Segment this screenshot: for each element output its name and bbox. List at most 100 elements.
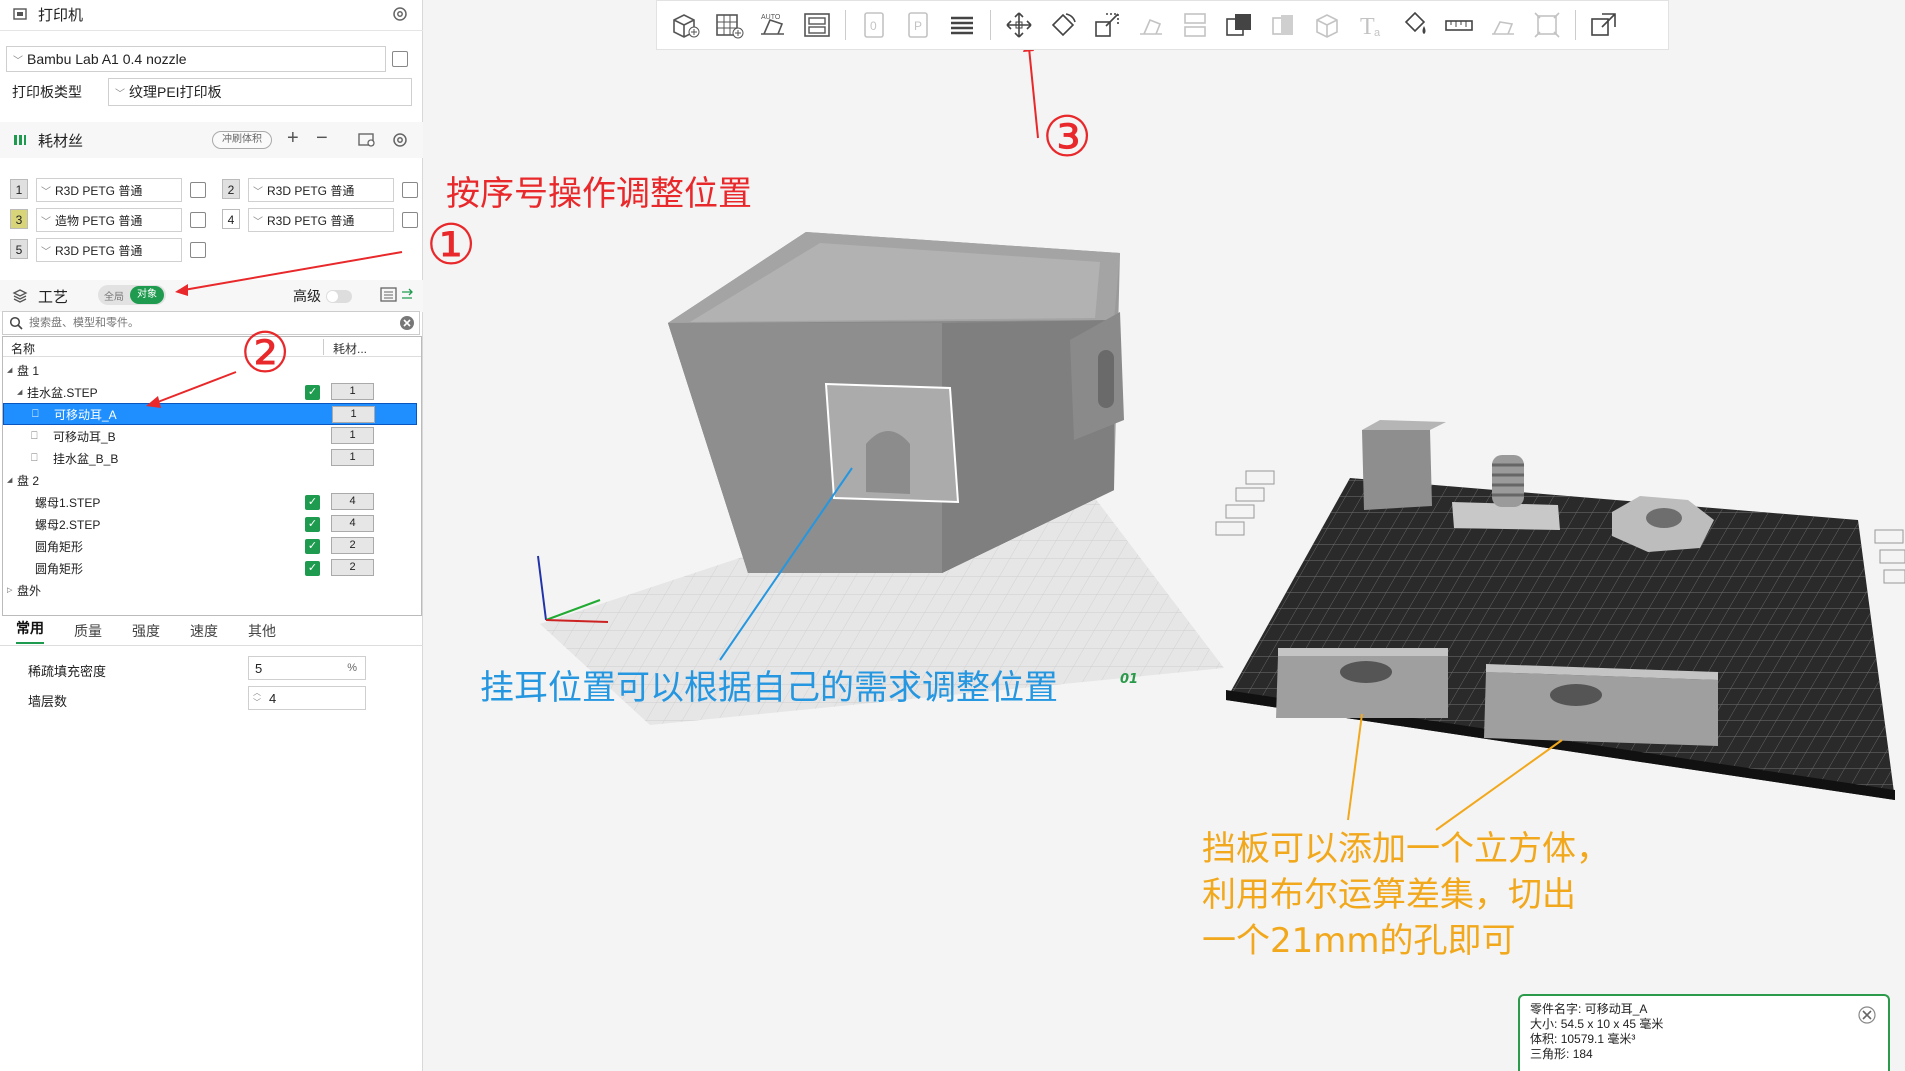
expand-icon[interactable]: ◢ bbox=[7, 476, 12, 484]
edit-printer-icon[interactable] bbox=[392, 51, 408, 67]
text-tool-icon[interactable]: Ta bbox=[1352, 6, 1390, 44]
tree-row[interactable]: ◢ 盘 1 bbox=[3, 359, 417, 381]
sync-icon[interactable] bbox=[358, 132, 376, 148]
tree-row[interactable]: 圆角矩形 ✓ 2 bbox=[3, 557, 417, 579]
tree-row[interactable]: ◢ 盘 2 bbox=[3, 469, 417, 491]
filament-select[interactable]: ﹀ R3D PETG 普通 bbox=[248, 208, 394, 232]
checkbox-checked-icon[interactable]: ✓ bbox=[305, 494, 320, 510]
seam-icon[interactable] bbox=[1484, 6, 1522, 44]
filament-select[interactable]: ﹀ R3D PETG 普通 bbox=[36, 178, 182, 202]
filament-slot-number[interactable]: 1 bbox=[10, 179, 28, 199]
stepper-icon[interactable]: ︿ ﹀ bbox=[253, 688, 261, 708]
checkbox-checked-icon[interactable]: ✓ bbox=[305, 560, 320, 576]
tree-row-label: 挂水盆.STEP bbox=[27, 385, 98, 400]
plate-settings-icon[interactable]: P bbox=[899, 6, 937, 44]
scale-icon[interactable] bbox=[1088, 6, 1126, 44]
toggle-object[interactable]: 对象 bbox=[130, 286, 164, 304]
small-cube[interactable] bbox=[1362, 430, 1432, 510]
edit-filament-icon[interactable] bbox=[190, 212, 206, 228]
edit-filament-icon[interactable] bbox=[402, 182, 418, 198]
col-name[interactable]: 名称 bbox=[11, 340, 35, 357]
paint-bucket-icon[interactable] bbox=[1396, 6, 1434, 44]
explode-icon[interactable] bbox=[1585, 6, 1623, 44]
close-icon[interactable] bbox=[1858, 1006, 1876, 1024]
settings-tabs: 常用 质量 强度 速度 其他 bbox=[0, 616, 423, 646]
add-filament-button[interactable]: + bbox=[287, 127, 299, 150]
orient-icon[interactable]: 0 bbox=[855, 6, 893, 44]
filament-select[interactable]: ﹀ R3D PETG 普通 bbox=[248, 178, 394, 202]
add-cube-icon[interactable] bbox=[666, 6, 704, 44]
filament-index[interactable]: 2 bbox=[331, 537, 374, 554]
tab-4[interactable]: 其他 bbox=[248, 621, 276, 641]
tree-row[interactable]: 圆角矩形 ✓ 2 bbox=[3, 535, 417, 557]
search-input[interactable] bbox=[29, 314, 389, 332]
wall-loops-input[interactable]: ︿ ﹀ 4 bbox=[248, 686, 366, 710]
tree-row[interactable]: ⎕ 可移动耳_B 1 bbox=[3, 425, 417, 447]
filament-index[interactable]: 2 bbox=[331, 559, 374, 576]
tab-3[interactable]: 速度 bbox=[190, 621, 218, 641]
edit-filament-icon[interactable] bbox=[402, 212, 418, 228]
filament-index[interactable]: 4 bbox=[331, 493, 374, 510]
plate-type-select[interactable]: ﹀ 纹理PEI打印板 bbox=[108, 78, 412, 106]
filament-select[interactable]: ﹀ 造物 PETG 普通 bbox=[36, 208, 182, 232]
move-icon[interactable] bbox=[1000, 6, 1038, 44]
tree-row[interactable]: ⎕ 可移动耳_A 1 bbox=[3, 403, 417, 425]
baffle-2[interactable] bbox=[1484, 672, 1718, 746]
infill-density-input[interactable]: 5 % bbox=[248, 656, 366, 680]
filament-select[interactable]: ﹀ R3D PETG 普通 bbox=[36, 238, 182, 262]
flush-volume-button[interactable]: 冲刷体积 bbox=[212, 131, 272, 149]
list-icon[interactable] bbox=[380, 287, 398, 303]
measure-icon[interactable] bbox=[1440, 6, 1478, 44]
checkbox-checked-icon[interactable]: ✓ bbox=[305, 516, 320, 532]
filament-slot-number[interactable]: 3 bbox=[10, 209, 28, 229]
tree-row[interactable]: ⎕ 挂水盆_B_B 1 bbox=[3, 447, 417, 469]
tree-row[interactable]: ◢ 挂水盆.STEP ✓ 1 bbox=[3, 381, 417, 403]
edit-filament-icon[interactable] bbox=[190, 182, 206, 198]
clear-search-icon[interactable] bbox=[399, 315, 415, 331]
arrange-icon[interactable] bbox=[798, 6, 836, 44]
search-box[interactable] bbox=[2, 311, 420, 335]
checkbox-checked-icon[interactable]: ✓ bbox=[305, 384, 320, 400]
cut-icon[interactable] bbox=[1176, 6, 1214, 44]
assembly-icon[interactable] bbox=[1528, 6, 1566, 44]
tree-row[interactable]: 螺母1.STEP ✓ 4 bbox=[3, 491, 417, 513]
hollow-icon[interactable] bbox=[1308, 6, 1346, 44]
gear-icon[interactable] bbox=[391, 5, 409, 23]
tree-row[interactable]: 螺母2.STEP ✓ 4 bbox=[3, 513, 417, 535]
expand-icon[interactable]: ◢ bbox=[7, 366, 12, 374]
filament-index[interactable]: 1 bbox=[331, 383, 374, 400]
expand-icon[interactable]: ◢ bbox=[17, 388, 22, 396]
add-plate-icon[interactable] bbox=[710, 6, 748, 44]
tab-2[interactable]: 强度 bbox=[132, 621, 160, 641]
col-filament[interactable]: 耗材... bbox=[333, 340, 367, 357]
rotate-icon[interactable] bbox=[1044, 6, 1082, 44]
printer-select[interactable]: ﹀ Bambu Lab A1 0.4 nozzle bbox=[6, 46, 386, 72]
checkbox-checked-icon[interactable]: ✓ bbox=[305, 538, 320, 554]
tab-0[interactable]: 常用 bbox=[16, 618, 44, 644]
layers-list-icon[interactable] bbox=[943, 6, 981, 44]
compare-icon[interactable] bbox=[400, 288, 414, 302]
global-object-toggle[interactable]: 全局 对象 bbox=[98, 285, 166, 305]
lay-on-face-icon[interactable] bbox=[1132, 6, 1170, 44]
gear-icon[interactable] bbox=[391, 131, 409, 149]
filament-index[interactable]: 4 bbox=[331, 515, 374, 532]
tab-1[interactable]: 质量 bbox=[74, 621, 102, 641]
tree-row[interactable]: ▷ 盘外 bbox=[3, 579, 417, 601]
split-icon[interactable] bbox=[1264, 6, 1302, 44]
3d-viewport[interactable] bbox=[424, 0, 1905, 1071]
toggle-global[interactable]: 全局 bbox=[98, 288, 130, 303]
filament-slot-number[interactable]: 5 bbox=[10, 239, 28, 259]
remove-filament-button[interactable]: − bbox=[316, 127, 328, 150]
advanced-toggle[interactable] bbox=[326, 290, 352, 303]
info-volume-label: 体积: bbox=[1530, 1032, 1558, 1046]
chevron-down-icon: ﹀ bbox=[41, 246, 51, 258]
filament-slot-number[interactable]: 2 bbox=[222, 179, 240, 199]
boolean-icon[interactable] bbox=[1220, 6, 1258, 44]
filament-index[interactable]: 1 bbox=[332, 406, 375, 423]
filament-index[interactable]: 1 bbox=[331, 449, 374, 466]
filament-slot-number[interactable]: 4 bbox=[222, 209, 240, 229]
auto-orient-icon[interactable]: AUTO bbox=[754, 6, 792, 44]
expand-icon[interactable]: ▷ bbox=[7, 586, 12, 594]
filament-index[interactable]: 1 bbox=[331, 427, 374, 444]
edit-filament-icon[interactable] bbox=[190, 242, 206, 258]
